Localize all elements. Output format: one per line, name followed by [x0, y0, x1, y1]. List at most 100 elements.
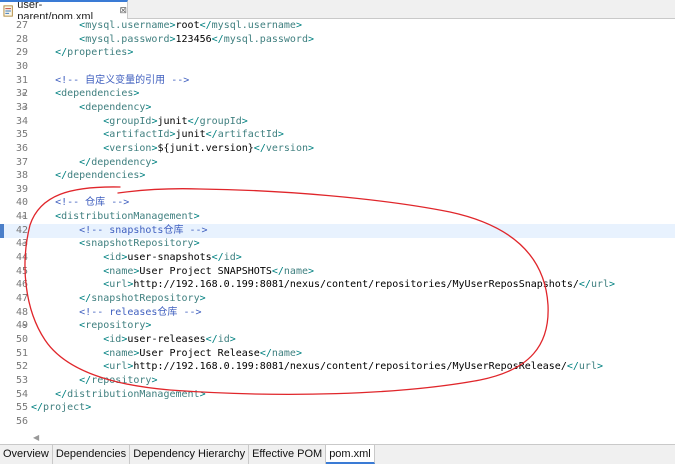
code-line[interactable]: 50 <id>user-releases</id>	[0, 333, 675, 347]
code-line[interactable]: 54 </distributionManagement>	[0, 388, 675, 402]
code-line[interactable]: 40 <!-- 仓库 -->	[0, 196, 675, 210]
code-line[interactable]: 33 ⊖ <dependency>	[0, 101, 675, 115]
code-line[interactable]: 42 <!-- snapshots仓库 -->	[0, 223, 675, 238]
code-token: <	[31, 20, 86, 31]
code-line[interactable]: 36 <version>${junit.version}</version>	[0, 142, 675, 156]
code-token: mysql.username	[211, 20, 296, 31]
code-line[interactable]: 31 <!-- 自定义变量的引用 -->	[0, 74, 675, 88]
tab-pom-xml[interactable]: pom.xml	[326, 445, 375, 464]
code-token: <	[31, 265, 110, 277]
fold-toggle-icon[interactable]: ⊖	[22, 237, 30, 251]
code-token: name	[283, 265, 308, 277]
code-token: url	[109, 279, 128, 291]
tab-dependencies[interactable]: Dependencies	[53, 445, 131, 464]
code-token: id	[109, 333, 122, 345]
code-token: groupId	[109, 115, 152, 127]
code-token: >	[199, 388, 206, 400]
line-number: 38	[15, 170, 28, 182]
code-line[interactable]: 41 ⊖ <distributionManagement>	[0, 210, 675, 224]
code-token: >	[199, 293, 206, 304]
code-token: </	[566, 361, 579, 373]
scroll-left-icon[interactable]: ◀	[33, 433, 39, 442]
code-text: <distributionManagement>	[31, 210, 200, 224]
code-token: >	[193, 211, 200, 223]
code-token: url	[590, 279, 610, 291]
code-token: junit	[175, 129, 206, 141]
code-line[interactable]: 44 <id>user-snapshots</id>	[0, 251, 675, 265]
code-line[interactable]: 53 </repository>	[0, 374, 675, 388]
code-line[interactable]: 47 </snapshotRepository>	[0, 292, 675, 306]
tab-overview[interactable]: Overview	[0, 445, 53, 464]
code-token: >	[145, 320, 152, 332]
code-token: url	[109, 361, 128, 373]
line-number: 30	[15, 60, 28, 72]
code-line[interactable]: 45 <name>User Project SNAPSHOTS</name>	[0, 265, 675, 279]
code-line[interactable]: 35 <artifactId>junit</artifactId>	[0, 128, 675, 142]
code-token: snapshotRepository	[91, 293, 200, 304]
code-token: <	[31, 142, 110, 154]
fold-toggle-icon[interactable]: ⊖	[22, 210, 30, 224]
line-number: 53	[15, 374, 28, 386]
line-number: 52	[15, 361, 28, 373]
tab-effective-pom[interactable]: Effective POM	[249, 445, 327, 464]
code-token: <	[31, 279, 110, 291]
code-text: <id>user-snapshots</id>	[31, 251, 242, 265]
horizontal-scrollbar[interactable]: ◀	[0, 431, 675, 445]
code-token: </	[578, 279, 591, 291]
code-line[interactable]: 34 <groupId>junit</groupId>	[0, 115, 675, 129]
code-token: http://192.168.0.199:8081/nexus/content/…	[133, 361, 567, 373]
code-token: <	[31, 238, 86, 250]
code-text: <name>User Project Release</name>	[31, 347, 302, 361]
code-line[interactable]: 30	[0, 60, 675, 74]
code-token: </	[31, 156, 92, 168]
code-line[interactable]: 32 ⊖ <dependencies>	[0, 87, 675, 101]
editor-tab-pom[interactable]: user-parent/pom.xml ⊠	[0, 0, 128, 23]
close-icon[interactable]: ⊠	[119, 6, 127, 16]
line-number: 55	[15, 402, 28, 414]
code-token: dependencies	[61, 88, 134, 100]
fold-toggle-icon[interactable]: ⊖	[22, 101, 30, 115]
code-token: >	[151, 156, 158, 168]
code-token: mysql.username	[85, 20, 170, 31]
code-text: <snapshotRepository>	[31, 237, 199, 251]
code-text: <dependencies>	[31, 87, 139, 101]
code-line[interactable]: 39	[0, 183, 675, 197]
code-line[interactable]: 56	[0, 415, 675, 429]
code-token: <!-- snapshots仓库 -->	[31, 224, 208, 236]
line-number: 34	[15, 115, 28, 127]
code-token: artifactId	[109, 129, 170, 141]
code-line[interactable]: 51 <name>User Project Release</name>	[0, 347, 675, 361]
code-token: >	[241, 115, 248, 127]
code-token: name	[109, 347, 134, 359]
line-number: 48	[15, 306, 28, 318]
code-line[interactable]: 37 </dependency>	[0, 156, 675, 170]
code-line[interactable]: 49 ⊖ <repository>	[0, 319, 675, 333]
code-token: ${junit.version}	[157, 142, 254, 154]
code-text: </repository>	[31, 374, 157, 388]
code-line[interactable]: 48 <!-- releases仓库 -->	[0, 306, 675, 320]
code-token: repository	[91, 374, 152, 386]
code-line[interactable]: 46 <url>http://192.168.0.199:8081/nexus/…	[0, 278, 675, 292]
code-editor[interactable]: 27 <mysql.username>root</mysql.username>…	[0, 19, 675, 431]
tab-dependency-hierarchy[interactable]: Dependency Hierarchy	[130, 445, 250, 464]
code-token: <!-- 自定义变量的引用 -->	[31, 74, 190, 86]
line-number: 37	[15, 156, 28, 168]
code-token: >	[151, 374, 158, 386]
code-line[interactable]: 52 <url>http://192.168.0.199:8081/nexus/…	[0, 360, 675, 374]
code-line[interactable]: 38 </dependencies>	[0, 169, 675, 183]
code-token: junit	[157, 115, 188, 127]
code-line[interactable]: 29 </properties>	[0, 46, 675, 60]
fold-toggle-icon[interactable]: ⊖	[22, 87, 30, 101]
code-token: properties	[67, 47, 128, 59]
line-number: 51	[15, 347, 28, 359]
code-token: User Project SNAPSHOTS	[139, 265, 272, 277]
code-text: <id>user-releases</id>	[31, 333, 236, 347]
fold-toggle-icon[interactable]: ⊖	[22, 319, 30, 333]
code-text: <mysql.password>123456</mysql.password>	[31, 33, 314, 47]
code-line[interactable]: 28 <mysql.password>123456</mysql.passwor…	[0, 33, 675, 47]
code-token: </	[211, 252, 224, 264]
code-line[interactable]: 27 <mysql.username>root</mysql.username>	[0, 19, 675, 33]
code-line[interactable]: 43 ⊖ <snapshotRepository>	[0, 237, 675, 251]
code-text: </properties>	[31, 46, 133, 60]
code-line[interactable]: 55 </project>	[0, 401, 675, 415]
